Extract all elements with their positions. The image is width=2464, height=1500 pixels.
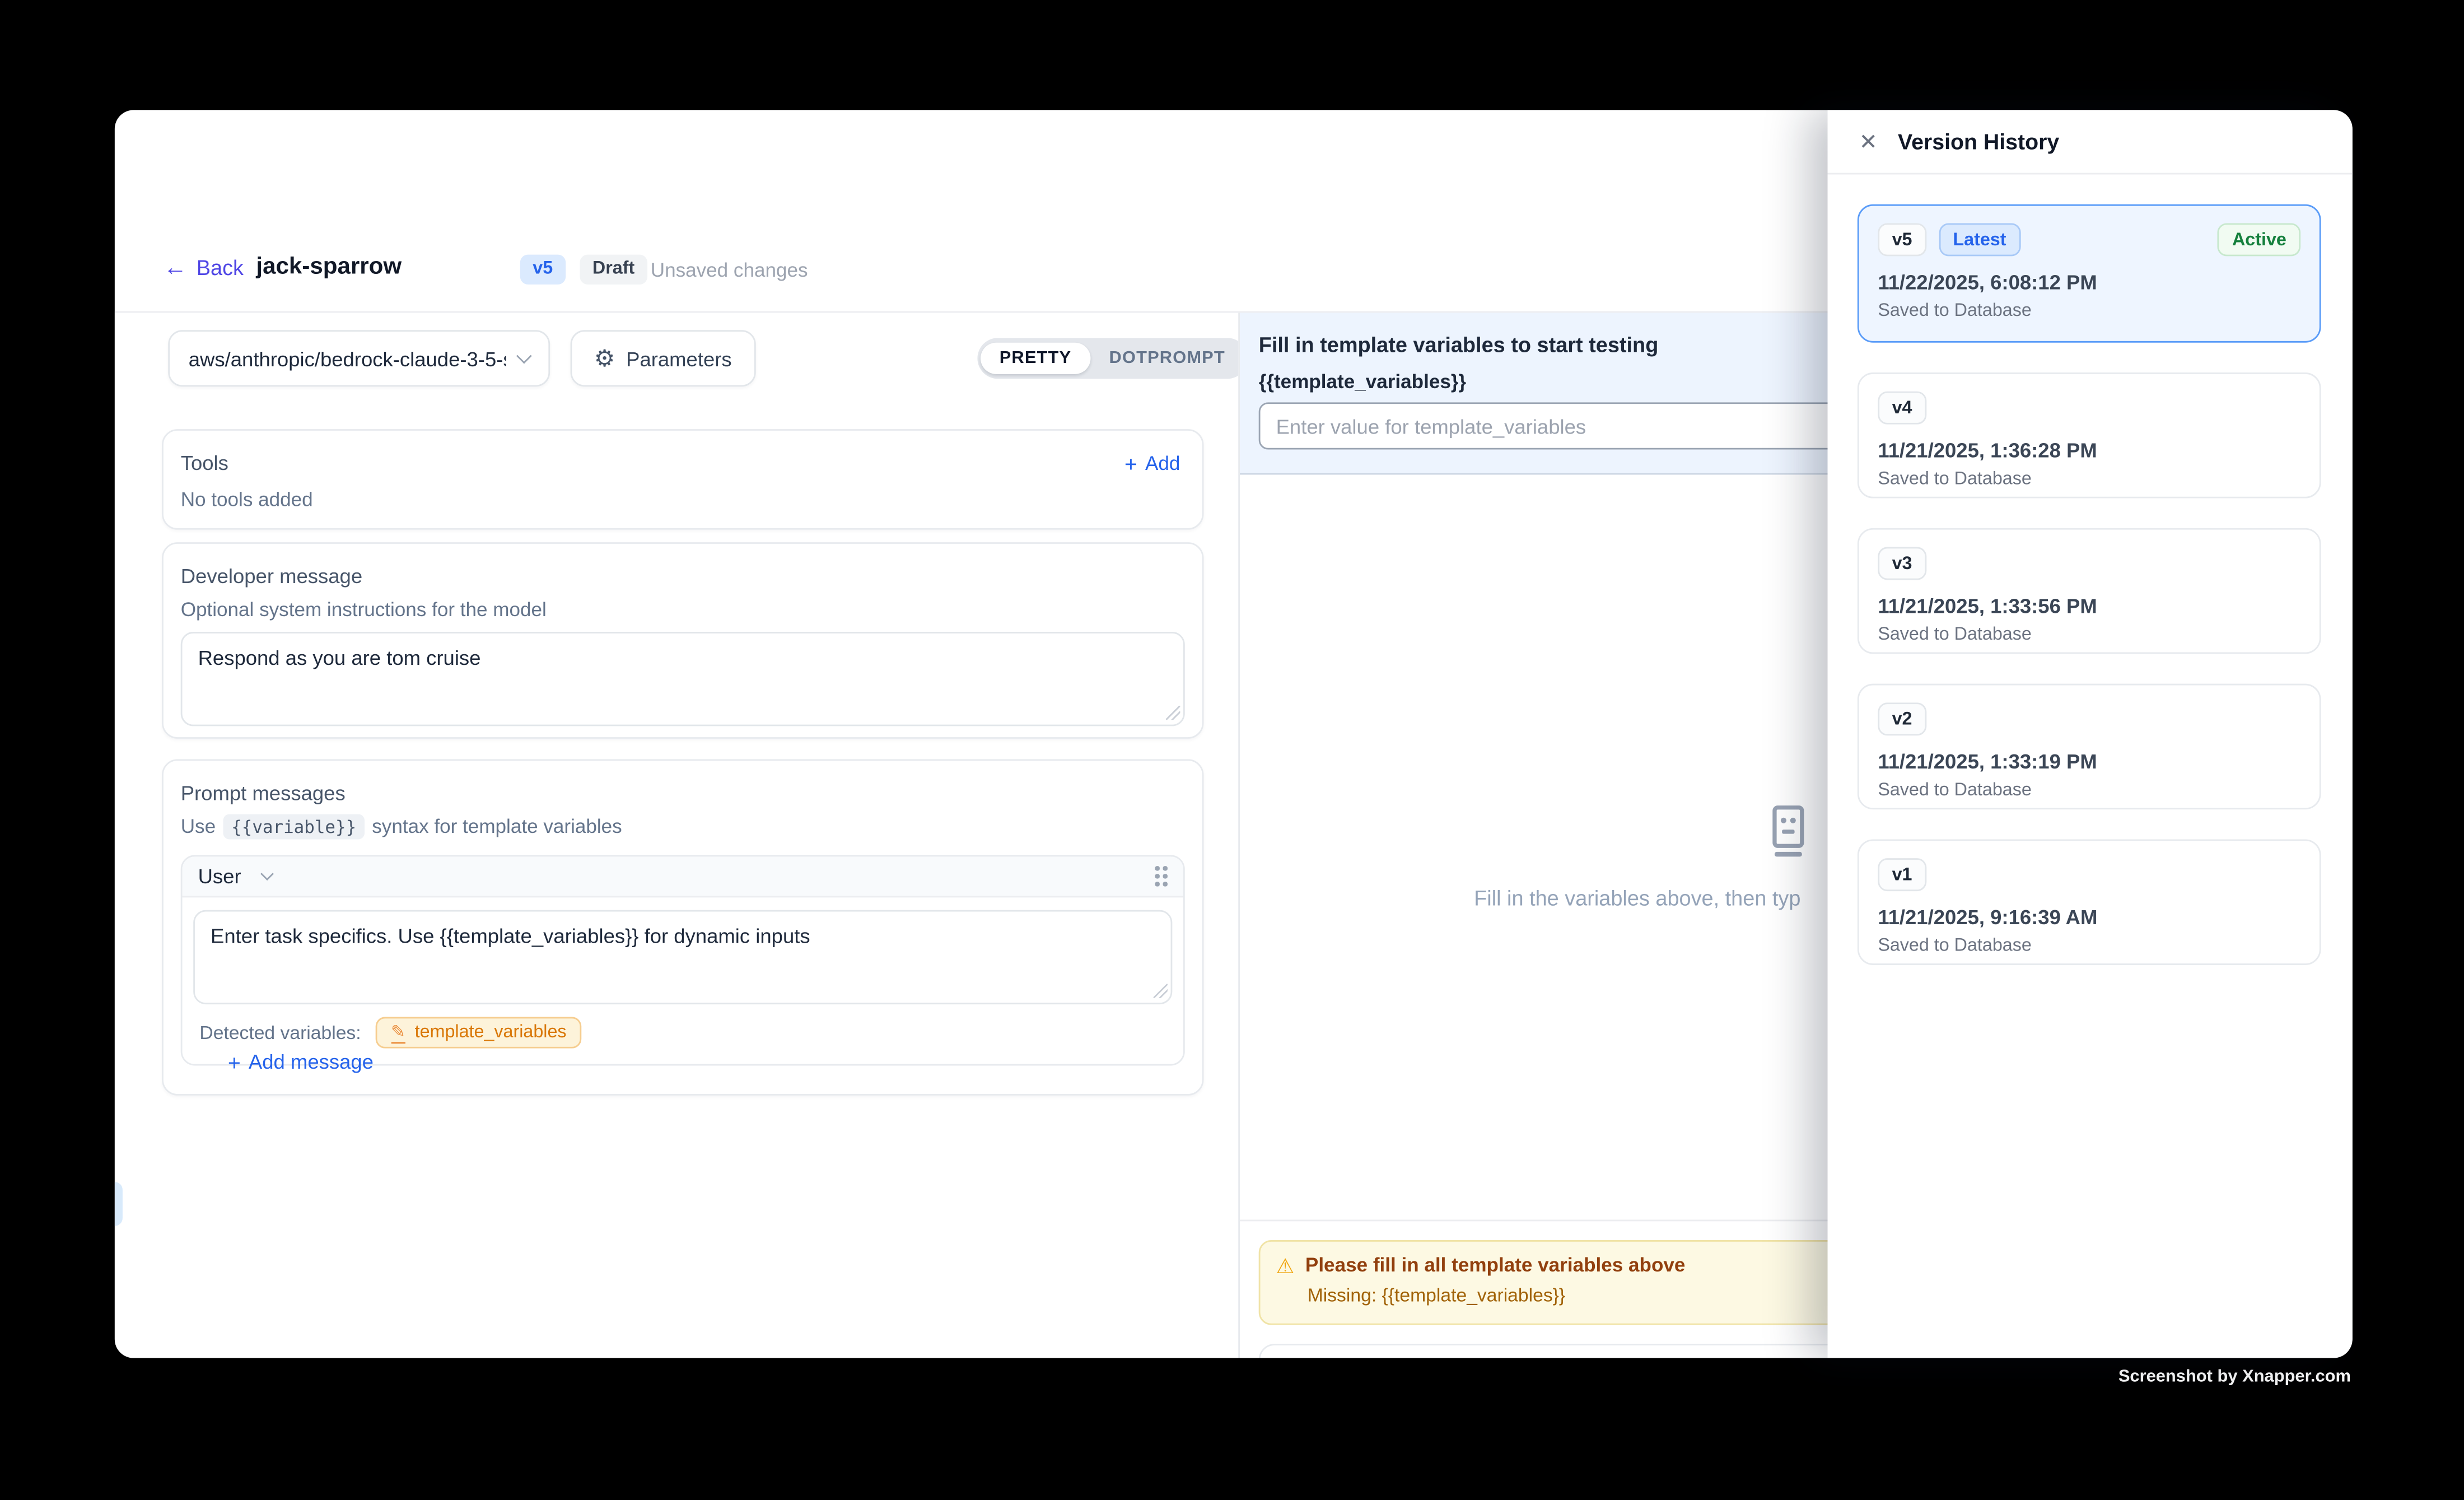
draft-status-badge: Draft	[580, 255, 647, 285]
xnapper-watermark: Screenshot by Xnapper.com	[2118, 1367, 2351, 1386]
version-card-v5[interactable]: v5 Latest Active 11/22/2025, 6:08:12 PM …	[1858, 204, 2321, 343]
toggle-pretty[interactable]: PRETTY	[981, 343, 1090, 374]
version-id-badge: v3	[1878, 547, 1926, 580]
detected-variable-name: template_variables	[415, 1023, 567, 1042]
version-timestamp: 11/21/2025, 1:36:28 PM	[1878, 439, 2300, 462]
version-history-drawer: ✕ Version History v5 Latest Active 11/22…	[1828, 110, 2353, 1358]
version-saved-text: Saved to Database	[1878, 470, 2300, 489]
back-arrow-icon: ←	[164, 256, 187, 279]
detected-variables-label: Detected variables:	[199, 1022, 361, 1044]
role-select[interactable]: User	[198, 864, 273, 888]
test-panel: Fill in template variables to start test…	[1238, 313, 1914, 1358]
format-toggle: PRETTY DOTPROMPT	[977, 338, 1247, 379]
version-card-v2[interactable]: v2 11/21/2025, 1:33:19 PM Saved to Datab…	[1858, 684, 2321, 809]
version-timestamp: 11/21/2025, 1:33:56 PM	[1878, 594, 2300, 618]
version-timestamp: 11/21/2025, 1:33:19 PM	[1878, 750, 2300, 774]
message-header: User	[183, 856, 1183, 897]
version-id-badge: v5	[1878, 223, 1926, 256]
robot-face-icon	[1768, 805, 1809, 866]
version-badge: v5	[520, 255, 566, 285]
model-select-value: aws/anthropic/bedrock-claude-3-5-s...	[189, 347, 506, 370]
version-saved-text: Saved to Database	[1878, 302, 2300, 321]
template-variable-label: {{template_variables}}	[1259, 371, 1895, 393]
version-id-badge: v4	[1878, 392, 1926, 425]
version-list: v5 Latest Active 11/22/2025, 6:08:12 PM …	[1858, 204, 2321, 995]
back-button[interactable]: ← Back	[164, 256, 244, 279]
version-card-v1[interactable]: v1 11/21/2025, 9:16:39 AM Saved to Datab…	[1858, 839, 2321, 965]
detected-variables-row: Detected variables: ✎ template_variables	[193, 1004, 1172, 1051]
version-saved-text: Saved to Database	[1878, 781, 2300, 800]
add-tool-button[interactable]: + Add	[1124, 452, 1180, 474]
chevron-down-icon	[516, 347, 532, 363]
toggle-dotprompt[interactable]: DOTPROMPT	[1090, 343, 1244, 374]
version-history-header: ✕ Version History	[1828, 110, 2353, 174]
tools-card: Tools + Add No tools added	[162, 429, 1203, 530]
role-select-value: User	[198, 864, 241, 888]
developer-message-title: Developer message	[181, 564, 1185, 588]
warning-title: Please fill in all template variables ab…	[1305, 1254, 1685, 1276]
template-variables-section: Fill in template variables to start test…	[1240, 313, 1914, 474]
detected-variable-chip[interactable]: ✎ template_variables	[375, 1017, 582, 1049]
prompt-messages-title: Prompt messages	[181, 781, 1185, 805]
model-select[interactable]: aws/anthropic/bedrock-claude-3-5-s...	[168, 330, 550, 386]
prompt-editor-panel: aws/anthropic/bedrock-claude-3-5-s... ⚙ …	[115, 313, 1238, 1358]
parameters-label: Parameters	[626, 347, 732, 370]
add-message-label: Add message	[249, 1050, 374, 1073]
template-variables-title: Fill in template variables to start test…	[1259, 333, 1895, 357]
parameters-button[interactable]: ⚙ Parameters	[571, 330, 755, 386]
developer-message-card: Developer message Optional system instru…	[162, 542, 1203, 739]
message-block: User Enter task specifics. Use {{templat…	[181, 855, 1185, 1066]
unsaved-changes-text: Unsaved changes	[651, 259, 808, 281]
version-history-title: Version History	[1898, 129, 2059, 154]
version-card-v4[interactable]: v4 11/21/2025, 1:36:28 PM Saved to Datab…	[1858, 372, 2321, 498]
prompt-messages-card: Prompt messages Use {{variable}} syntax …	[162, 759, 1203, 1096]
chevron-down-icon	[261, 867, 274, 881]
gear-icon: ⚙	[594, 347, 615, 370]
edit-pencil-icon: ✎	[391, 1022, 405, 1043]
add-tool-label: Add	[1145, 452, 1180, 474]
latest-badge: Latest	[1939, 223, 2020, 256]
developer-message-textarea[interactable]: Respond as you are tom cruise	[181, 632, 1185, 726]
hint-prefix: Use	[181, 816, 216, 837]
version-timestamp: 11/22/2025, 6:08:12 PM	[1878, 271, 2300, 294]
resize-grip-icon[interactable]	[1154, 984, 1168, 998]
version-id-badge: v1	[1878, 858, 1926, 891]
back-label: Back	[197, 256, 244, 279]
test-panel-divider	[1240, 1220, 1914, 1222]
message-textarea[interactable]: Enter task specifics. Use {{template_var…	[193, 910, 1172, 1004]
plus-icon: +	[228, 1051, 241, 1073]
plus-icon: +	[1124, 452, 1137, 474]
template-syntax-hint: Use {{variable}} syntax for template var…	[181, 814, 1185, 840]
resize-grip-icon[interactable]	[1166, 706, 1180, 720]
page-title: jack-sparrow	[256, 253, 402, 280]
version-saved-text: Saved to Database	[1878, 626, 2300, 645]
version-saved-text: Saved to Database	[1878, 937, 2300, 956]
tools-title: Tools	[181, 451, 228, 474]
add-message-button[interactable]: + Add message	[228, 1050, 374, 1073]
screenshot-canvas: ← Back jack-sparrow v5 Draft Unsaved cha…	[0, 0, 2464, 1500]
active-badge: Active	[2218, 223, 2300, 256]
version-timestamp: 11/21/2025, 9:16:39 AM	[1878, 906, 2300, 929]
hint-suffix: syntax for template variables	[372, 816, 622, 837]
close-icon[interactable]: ✕	[1859, 131, 1878, 152]
developer-message-subtitle: Optional system instructions for the mod…	[181, 599, 1185, 621]
version-id-badge: v2	[1878, 702, 1926, 735]
tools-empty-text: No tools added	[181, 489, 1185, 511]
edge-peek-pill[interactable]	[115, 1182, 123, 1226]
warning-triangle-icon: ⚠	[1276, 1255, 1295, 1275]
version-card-v3[interactable]: v3 11/21/2025, 1:33:56 PM Saved to Datab…	[1858, 528, 2321, 654]
drag-handle-icon[interactable]	[1155, 866, 1167, 886]
variable-code-chip: {{variable}}	[223, 814, 364, 840]
